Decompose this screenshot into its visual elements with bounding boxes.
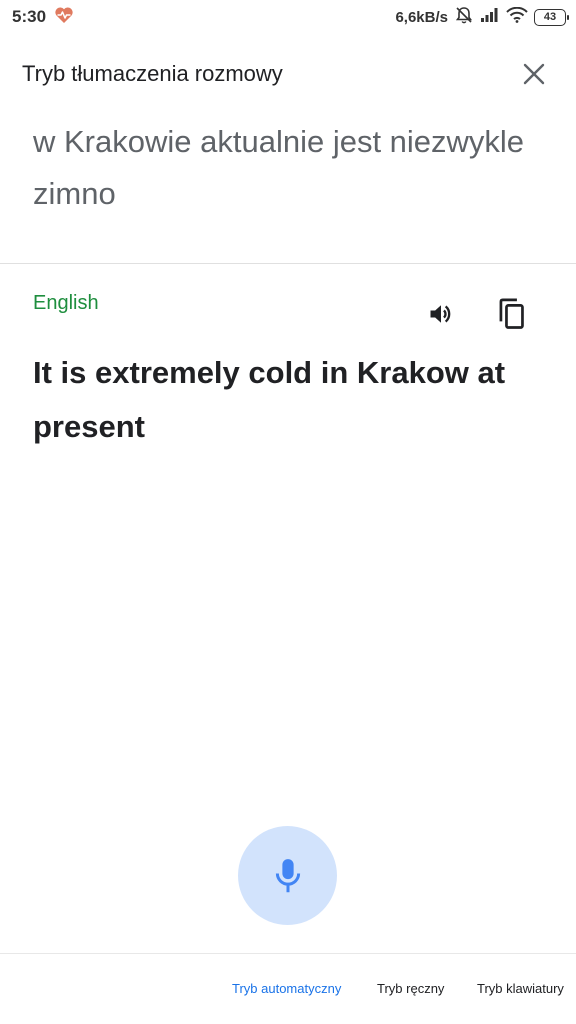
wifi-icon xyxy=(506,6,528,27)
source-text: w Krakowie aktualnie jest niezwykle zimn… xyxy=(33,124,525,211)
status-bar: 5:30 6,6kB/s 43 xyxy=(0,0,576,34)
mode-bar: Tryb automatyczny Tryb ręczny Tryb klawi… xyxy=(0,954,576,1024)
microphone-icon xyxy=(275,858,300,892)
header: Tryb tłumaczenia rozmowy xyxy=(0,44,576,104)
battery-icon: 43 xyxy=(534,8,569,26)
mode-automatic[interactable]: Tryb automatyczny xyxy=(232,981,341,996)
page-title: Tryb tłumaczenia rozmowy xyxy=(22,61,283,86)
status-right: 6,6kB/s 43 xyxy=(395,5,569,29)
close-icon xyxy=(523,63,545,85)
alarm-off-icon xyxy=(454,5,474,29)
copy-button[interactable] xyxy=(494,296,530,332)
divider xyxy=(0,263,576,264)
net-speed: 6,6kB/s xyxy=(395,8,448,26)
health-icon xyxy=(54,6,74,29)
microphone-button[interactable] xyxy=(238,826,337,925)
mode-manual[interactable]: Tryb ręczny xyxy=(377,981,444,996)
copy-icon xyxy=(499,298,524,329)
signal-icon xyxy=(480,7,500,27)
speaker-button[interactable] xyxy=(424,297,458,331)
status-left: 5:30 xyxy=(12,6,74,29)
result-language: English xyxy=(33,292,99,314)
mode-keyboard[interactable]: Tryb klawiatury xyxy=(477,981,564,996)
close-button[interactable] xyxy=(520,60,548,88)
translated-text: It is extremely cold in Krakow at presen… xyxy=(33,355,506,444)
status-time: 5:30 xyxy=(12,7,47,26)
speaker-icon xyxy=(430,305,451,323)
